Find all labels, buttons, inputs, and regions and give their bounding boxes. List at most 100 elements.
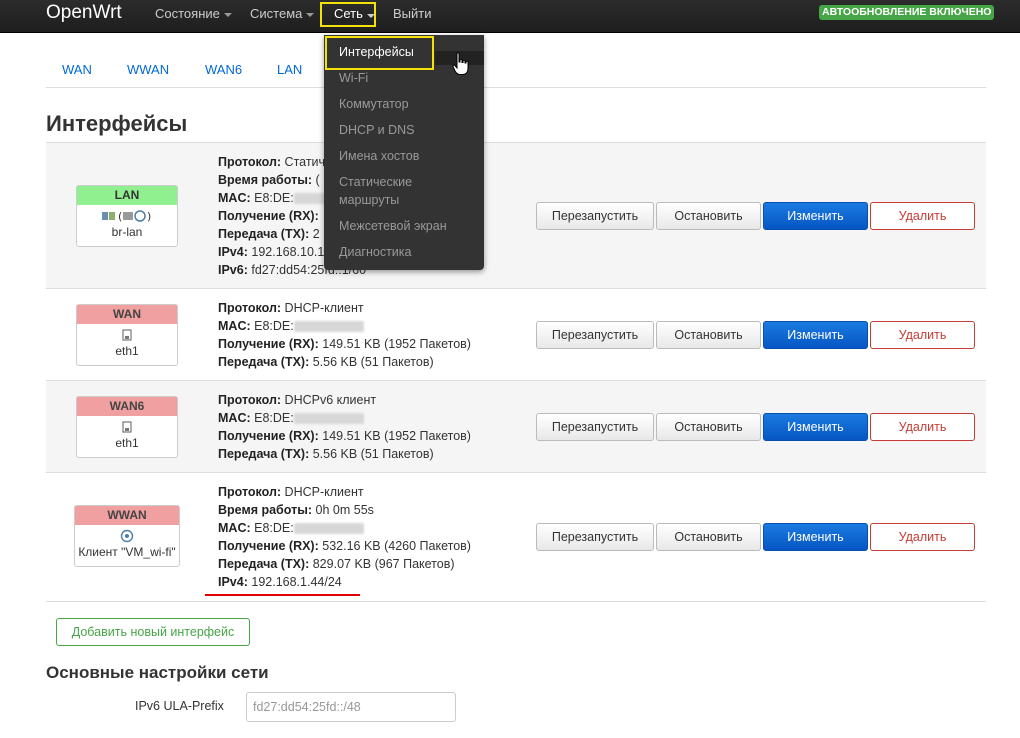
label-ipv6: IPv6:: [218, 263, 248, 277]
stop-button[interactable]: Остановить: [656, 413, 761, 441]
annotation-underline: [205, 594, 360, 596]
label-mac: MAC:: [218, 191, 251, 205]
interface-device: eth1: [115, 436, 139, 450]
restart-button[interactable]: Перезапустить: [536, 523, 654, 551]
value-mac: E8:DE:: [254, 411, 294, 425]
menu-item-static-routes[interactable]: Статические маршруты: [339, 173, 412, 209]
value-tx: 2: [312, 227, 320, 241]
menu-item-dhcp-dns[interactable]: DHCP и DNS: [339, 121, 415, 139]
delete-button[interactable]: Удалить: [870, 413, 975, 441]
interface-row-wan6: WAN6 eth1 Протокол: DHCPv6 клиент MAC: E…: [46, 380, 986, 472]
interface-info-wwan: Протокол: DHCP-клиент Время работы: 0h 0…: [218, 483, 471, 591]
page-title: Интерфейсы: [46, 111, 188, 136]
value-tx: 5.56 KB (51 Пакетов): [312, 447, 434, 461]
menu-item-diagnostics[interactable]: Диагностика: [339, 243, 411, 261]
interface-device: br-lan: [111, 225, 143, 239]
menu-item-hostnames[interactable]: Имена хостов: [339, 147, 419, 165]
svg-text:): ): [147, 210, 151, 223]
value-uptime: (: [315, 173, 320, 187]
edit-button[interactable]: Изменить: [763, 413, 868, 441]
menu-item-switch[interactable]: Коммутатор: [339, 95, 409, 113]
label-tx: Передача (TX):: [218, 557, 310, 571]
nav-network-label: Сеть: [334, 6, 363, 21]
ula-prefix-label: IPv6 ULA-Prefix: [135, 699, 224, 713]
label-ipv4: IPv4:: [218, 575, 248, 589]
redacted-mac: [293, 321, 364, 333]
nav-system-label: Система: [250, 6, 303, 21]
interface-info-wan: Протокол: DHCP-клиент MAC: E8:DE: Получе…: [218, 299, 471, 371]
restart-button[interactable]: Перезапустить: [536, 202, 654, 230]
value-tx: 5.56 KB (51 Пакетов): [312, 355, 434, 369]
chevron-down-icon: [367, 14, 375, 18]
edit-button[interactable]: Изменить: [763, 202, 868, 230]
stop-button[interactable]: Остановить: [656, 202, 761, 230]
tab-wan6[interactable]: WAN6: [205, 62, 242, 77]
ethernet-port-icon: [77, 420, 177, 436]
restart-button[interactable]: Перезапустить: [536, 413, 654, 441]
label-rx: Получение (RX):: [218, 539, 319, 553]
delete-button[interactable]: Удалить: [870, 202, 975, 230]
svg-text:(: (: [118, 210, 122, 223]
interface-badge-wan6: WAN6 eth1: [76, 396, 178, 458]
tab-lan[interactable]: LAN: [277, 62, 302, 77]
label-tx: Передача (TX):: [218, 227, 310, 241]
menu-item-firewall[interactable]: Межсетевой экран: [339, 217, 447, 235]
autorefresh-badge[interactable]: АВТООБНОВЛЕНИЕ ВКЛЮЧЕНО: [819, 5, 995, 20]
label-tx: Передача (TX):: [218, 355, 310, 369]
value-ipv4: 192.168.1.44/24: [251, 575, 342, 589]
tab-wan[interactable]: WAN: [62, 62, 92, 77]
label-protocol: Протокол:: [218, 155, 282, 169]
label-mac: MAC:: [218, 411, 251, 425]
nav-system[interactable]: Система: [250, 6, 315, 21]
label-tx: Передача (TX):: [218, 447, 310, 461]
restart-button[interactable]: Перезапустить: [536, 321, 654, 349]
value-ipv4: 192.168.10.1: [251, 245, 325, 259]
value-rx: 532.16 KB (4260 Пакетов): [322, 539, 471, 553]
stop-button[interactable]: Остановить: [656, 523, 761, 551]
label-mac: MAC:: [218, 521, 251, 535]
section-title: Основные настройки сети: [46, 663, 269, 682]
interface-tabs: WAN WWAN WAN6 LAN: [46, 52, 986, 88]
interface-badge-lan: LAN () br-lan: [76, 185, 178, 247]
add-interface-button[interactable]: Добавить новый интерфейс: [56, 618, 250, 646]
delete-button[interactable]: Удалить: [870, 523, 975, 551]
nav-logout[interactable]: Выйти: [393, 6, 432, 21]
interface-device: Клиент "VM_wi-fi": [78, 545, 176, 559]
wifi-icon: [75, 529, 179, 545]
top-navbar: OpenWrt Состояние Система Сеть Выйти АВТ…: [0, 0, 1020, 33]
interface-name: WAN: [77, 305, 177, 324]
interface-name: LAN: [77, 186, 177, 205]
brand-logo[interactable]: OpenWrt: [46, 2, 122, 24]
menu-item-label: Статические: [339, 175, 413, 189]
label-uptime: Время работы:: [218, 173, 313, 187]
interface-name: WAN6: [77, 397, 177, 416]
tab-wwan[interactable]: WWAN: [127, 62, 169, 77]
label-protocol: Протокол:: [218, 393, 282, 407]
stop-button[interactable]: Остановить: [656, 321, 761, 349]
ula-prefix-input[interactable]: [246, 692, 456, 722]
value-rx: 149.51 KB (1952 Пакетов): [322, 337, 471, 351]
label-uptime: Время работы:: [218, 503, 313, 517]
menu-item-interfaces[interactable]: Интерфейсы: [325, 36, 434, 70]
menu-item-wifi[interactable]: Wi-Fi: [339, 69, 368, 87]
menu-item-label: Интерфейсы: [339, 45, 414, 59]
network-devices-icon: (): [77, 209, 177, 225]
delete-button[interactable]: Удалить: [870, 321, 975, 349]
edit-button[interactable]: Изменить: [763, 523, 868, 551]
nav-status[interactable]: Состояние: [155, 6, 232, 21]
interface-row-wwan: WWAN Клиент "VM_wi-fi" Протокол: DHCP-кл…: [46, 472, 986, 602]
interface-info-wan6: Протокол: DHCPv6 клиент MAC: E8:DE: Полу…: [218, 391, 471, 463]
nav-status-label: Состояние: [155, 6, 220, 21]
hand-cursor-icon: [452, 52, 469, 75]
value-protocol: DHCP-клиент: [284, 485, 364, 499]
label-protocol: Протокол:: [218, 301, 282, 315]
value-tx: 829.07 KB (967 Пакетов): [312, 557, 455, 571]
nav-network[interactable]: Сеть: [320, 2, 376, 27]
label-rx: Получение (RX):: [218, 209, 319, 223]
chevron-down-icon: [306, 12, 315, 17]
edit-button[interactable]: Изменить: [763, 321, 868, 349]
label-protocol: Протокол:: [218, 485, 282, 499]
chevron-down-icon: [223, 12, 232, 17]
interface-row-wan: WAN eth1 Протокол: DHCP-клиент MAC: E8:D…: [46, 288, 986, 380]
interface-badge-wwan: WWAN Клиент "VM_wi-fi": [74, 505, 180, 567]
